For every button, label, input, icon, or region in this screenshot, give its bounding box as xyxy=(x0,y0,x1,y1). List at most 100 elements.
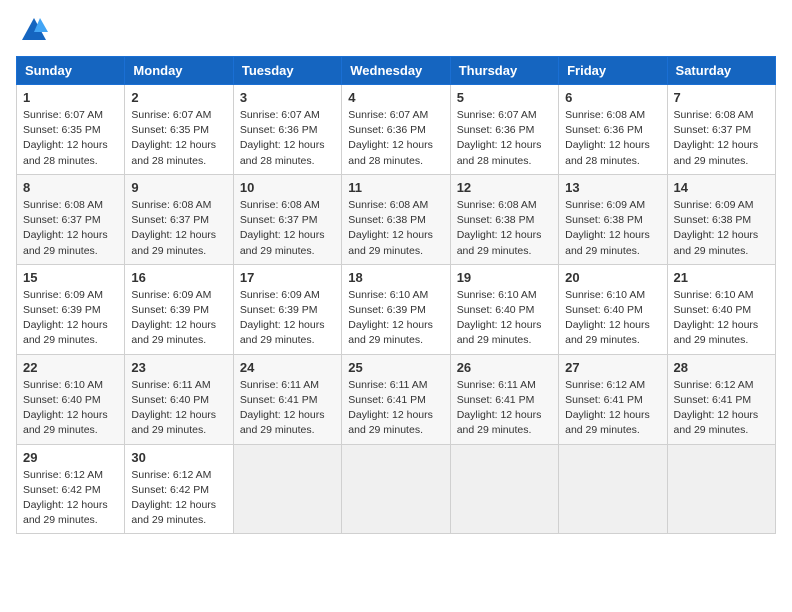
day-info: Sunrise: 6:12 AMSunset: 6:41 PMDaylight:… xyxy=(674,378,769,439)
day-info: Sunrise: 6:08 AMSunset: 6:38 PMDaylight:… xyxy=(348,198,443,259)
day-info: Sunrise: 6:10 AMSunset: 6:40 PMDaylight:… xyxy=(23,378,118,439)
day-info: Sunrise: 6:12 AMSunset: 6:41 PMDaylight:… xyxy=(565,378,660,439)
day-info: Sunrise: 6:11 AMSunset: 6:41 PMDaylight:… xyxy=(457,378,552,439)
calendar-cell: 14 Sunrise: 6:09 AMSunset: 6:38 PMDayligh… xyxy=(667,174,775,264)
day-number: 27 xyxy=(565,360,660,375)
day-number: 20 xyxy=(565,270,660,285)
day-info: Sunrise: 6:10 AMSunset: 6:40 PMDaylight:… xyxy=(674,288,769,349)
day-number: 12 xyxy=(457,180,552,195)
day-number: 25 xyxy=(348,360,443,375)
calendar-cell: 25 Sunrise: 6:11 AMSunset: 6:41 PMDayligh… xyxy=(342,354,450,444)
day-info: Sunrise: 6:11 AMSunset: 6:41 PMDaylight:… xyxy=(240,378,335,439)
day-number: 5 xyxy=(457,90,552,105)
calendar-cell: 18 Sunrise: 6:10 AMSunset: 6:39 PMDayligh… xyxy=(342,264,450,354)
day-info: Sunrise: 6:07 AMSunset: 6:35 PMDaylight:… xyxy=(23,108,118,169)
day-info: Sunrise: 6:08 AMSunset: 6:37 PMDaylight:… xyxy=(131,198,226,259)
day-info: Sunrise: 6:09 AMSunset: 6:39 PMDaylight:… xyxy=(240,288,335,349)
day-number: 14 xyxy=(674,180,769,195)
col-header-saturday: Saturday xyxy=(667,57,775,85)
day-number: 2 xyxy=(131,90,226,105)
day-info: Sunrise: 6:08 AMSunset: 6:36 PMDaylight:… xyxy=(565,108,660,169)
calendar-cell: 26 Sunrise: 6:11 AMSunset: 6:41 PMDayligh… xyxy=(450,354,558,444)
calendar-cell: 3 Sunrise: 6:07 AMSunset: 6:36 PMDaylight… xyxy=(233,85,341,175)
calendar-cell: 29 Sunrise: 6:12 AMSunset: 6:42 PMDayligh… xyxy=(17,444,125,534)
calendar-cell: 1 Sunrise: 6:07 AMSunset: 6:35 PMDaylight… xyxy=(17,85,125,175)
day-info: Sunrise: 6:09 AMSunset: 6:39 PMDaylight:… xyxy=(131,288,226,349)
day-number: 29 xyxy=(23,450,118,465)
day-info: Sunrise: 6:09 AMSunset: 6:38 PMDaylight:… xyxy=(565,198,660,259)
logo xyxy=(16,16,48,44)
header xyxy=(16,16,776,44)
day-number: 21 xyxy=(674,270,769,285)
calendar-cell: 16 Sunrise: 6:09 AMSunset: 6:39 PMDayligh… xyxy=(125,264,233,354)
day-number: 26 xyxy=(457,360,552,375)
calendar-cell: 20 Sunrise: 6:10 AMSunset: 6:40 PMDayligh… xyxy=(559,264,667,354)
calendar-cell: 2 Sunrise: 6:07 AMSunset: 6:35 PMDaylight… xyxy=(125,85,233,175)
calendar-cell: 8Sunrise: 6:08 AMSunset: 6:37 PMDaylight… xyxy=(17,174,125,264)
day-info: Sunrise: 6:12 AMSunset: 6:42 PMDaylight:… xyxy=(23,468,118,529)
day-info: Sunrise: 6:10 AMSunset: 6:40 PMDaylight:… xyxy=(565,288,660,349)
logo-icon xyxy=(20,16,48,44)
day-info: Sunrise: 6:08 AMSunset: 6:37 PMDaylight:… xyxy=(674,108,769,169)
day-info: Sunrise: 6:08 AMSunset: 6:37 PMDaylight:… xyxy=(240,198,335,259)
calendar-cell xyxy=(233,444,341,534)
day-info: Sunrise: 6:12 AMSunset: 6:42 PMDaylight:… xyxy=(131,468,226,529)
day-info: Sunrise: 6:07 AMSunset: 6:36 PMDaylight:… xyxy=(457,108,552,169)
calendar-cell: 30 Sunrise: 6:12 AMSunset: 6:42 PMDayligh… xyxy=(125,444,233,534)
day-number: 22 xyxy=(23,360,118,375)
calendar-cell: 21 Sunrise: 6:10 AMSunset: 6:40 PMDayligh… xyxy=(667,264,775,354)
calendar-cell: 11 Sunrise: 6:08 AMSunset: 6:38 PMDayligh… xyxy=(342,174,450,264)
col-header-friday: Friday xyxy=(559,57,667,85)
day-info: Sunrise: 6:10 AMSunset: 6:39 PMDaylight:… xyxy=(348,288,443,349)
calendar-cell: 7 Sunrise: 6:08 AMSunset: 6:37 PMDaylight… xyxy=(667,85,775,175)
calendar-cell xyxy=(667,444,775,534)
day-info: Sunrise: 6:07 AMSunset: 6:36 PMDaylight:… xyxy=(348,108,443,169)
day-number: 10 xyxy=(240,180,335,195)
day-number: 3 xyxy=(240,90,335,105)
day-number: 18 xyxy=(348,270,443,285)
col-header-sunday: Sunday xyxy=(17,57,125,85)
day-info: Sunrise: 6:11 AMSunset: 6:40 PMDaylight:… xyxy=(131,378,226,439)
day-info: Sunrise: 6:09 AMSunset: 6:38 PMDaylight:… xyxy=(674,198,769,259)
day-number: 28 xyxy=(674,360,769,375)
calendar-cell: 4 Sunrise: 6:07 AMSunset: 6:36 PMDaylight… xyxy=(342,85,450,175)
day-info: Sunrise: 6:10 AMSunset: 6:40 PMDaylight:… xyxy=(457,288,552,349)
calendar-cell xyxy=(450,444,558,534)
day-number: 30 xyxy=(131,450,226,465)
day-number: 19 xyxy=(457,270,552,285)
calendar-cell: 15 Sunrise: 6:09 AMSunset: 6:39 PMDayligh… xyxy=(17,264,125,354)
day-info: Sunrise: 6:07 AMSunset: 6:36 PMDaylight:… xyxy=(240,108,335,169)
col-header-tuesday: Tuesday xyxy=(233,57,341,85)
day-number: 7 xyxy=(674,90,769,105)
day-number: 6 xyxy=(565,90,660,105)
calendar-cell: 6 Sunrise: 6:08 AMSunset: 6:36 PMDaylight… xyxy=(559,85,667,175)
calendar-cell: 13 Sunrise: 6:09 AMSunset: 6:38 PMDayligh… xyxy=(559,174,667,264)
day-number: 11 xyxy=(348,180,443,195)
day-info: Sunrise: 6:09 AMSunset: 6:39 PMDaylight:… xyxy=(23,288,118,349)
day-number: 4 xyxy=(348,90,443,105)
day-number: 8 xyxy=(23,180,118,195)
day-number: 1 xyxy=(23,90,118,105)
day-number: 23 xyxy=(131,360,226,375)
calendar-cell: 22 Sunrise: 6:10 AMSunset: 6:40 PMDayligh… xyxy=(17,354,125,444)
day-number: 16 xyxy=(131,270,226,285)
calendar-cell: 19 Sunrise: 6:10 AMSunset: 6:40 PMDayligh… xyxy=(450,264,558,354)
calendar-cell: 17 Sunrise: 6:09 AMSunset: 6:39 PMDayligh… xyxy=(233,264,341,354)
day-number: 17 xyxy=(240,270,335,285)
calendar-cell xyxy=(342,444,450,534)
day-number: 15 xyxy=(23,270,118,285)
col-header-wednesday: Wednesday xyxy=(342,57,450,85)
day-number: 13 xyxy=(565,180,660,195)
col-header-thursday: Thursday xyxy=(450,57,558,85)
day-info: Sunrise: 6:11 AMSunset: 6:41 PMDaylight:… xyxy=(348,378,443,439)
col-header-monday: Monday xyxy=(125,57,233,85)
calendar-cell: 27 Sunrise: 6:12 AMSunset: 6:41 PMDayligh… xyxy=(559,354,667,444)
calendar-cell: 5 Sunrise: 6:07 AMSunset: 6:36 PMDaylight… xyxy=(450,85,558,175)
day-info: Sunrise: 6:07 AMSunset: 6:35 PMDaylight:… xyxy=(131,108,226,169)
day-info: Sunrise: 6:08 AMSunset: 6:38 PMDaylight:… xyxy=(457,198,552,259)
calendar-cell: 28 Sunrise: 6:12 AMSunset: 6:41 PMDayligh… xyxy=(667,354,775,444)
calendar-cell: 23 Sunrise: 6:11 AMSunset: 6:40 PMDayligh… xyxy=(125,354,233,444)
calendar: SundayMondayTuesdayWednesdayThursdayFrid… xyxy=(16,56,776,534)
day-number: 24 xyxy=(240,360,335,375)
calendar-cell xyxy=(559,444,667,534)
